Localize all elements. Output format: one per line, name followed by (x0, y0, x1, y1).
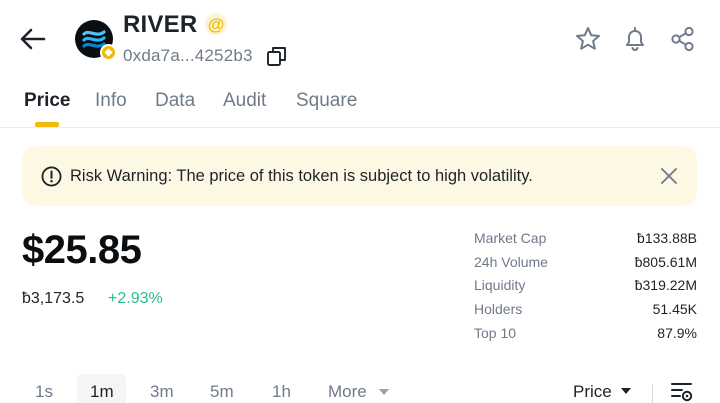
back-button[interactable] (18, 24, 48, 54)
price-native: ƀ3,173.5 (22, 290, 85, 307)
caret-down-icon (379, 389, 389, 395)
risk-warning-banner: Risk Warning: The price of this token is… (22, 146, 697, 206)
copy-icon (267, 47, 286, 66)
stat-value-24h-volume: ƀ805.61M (634, 254, 697, 270)
stat-value-liquidity: ƀ319.22M (634, 277, 697, 293)
stat-label-24h-volume: 24h Volume (474, 254, 548, 270)
chart-settings-icon (671, 383, 693, 402)
interval-bar: 1s 1m 3m 5m 1h More Price (0, 374, 720, 403)
stat-label-holders: Holders (474, 301, 523, 317)
favorite-button[interactable] (573, 24, 603, 54)
active-tab-indicator (35, 122, 59, 127)
interval-1h[interactable]: 1h (272, 382, 291, 402)
interval-1s[interactable]: 1s (35, 382, 53, 402)
share-icon (671, 26, 694, 52)
star-icon (576, 27, 600, 50)
token-header: RIVER @ 0xda7a...4252b3 (0, 0, 720, 80)
stat-value-market-cap: ƀ133.88B (637, 230, 697, 246)
tab-price[interactable]: Price (24, 90, 70, 112)
arrow-left-icon (20, 28, 46, 50)
copy-address-button[interactable] (266, 45, 288, 67)
price-usd: $25.85 (22, 228, 142, 272)
alert-circle-icon (41, 166, 62, 187)
close-warning-button[interactable] (658, 165, 680, 187)
chart-mode-select[interactable]: Price (573, 382, 612, 402)
price-alert-button[interactable] (620, 24, 650, 54)
contract-address: 0xda7a...4252b3 (123, 46, 253, 65)
tab-audit[interactable]: Audit (223, 90, 266, 112)
at-badge[interactable]: @ (205, 13, 227, 35)
tab-bar: Price Info Data Audit Square (0, 84, 720, 128)
interval-1m[interactable]: 1m (90, 382, 114, 402)
risk-warning-text: Risk Warning: The price of this token is… (70, 167, 533, 185)
interval-more[interactable]: More (328, 382, 367, 402)
token-name: RIVER (123, 11, 198, 38)
share-button[interactable] (668, 24, 698, 54)
stat-label-top-10: Top 10 (474, 325, 517, 341)
stat-label-market-cap: Market Cap (474, 230, 547, 246)
chain-badge-icon (100, 44, 117, 61)
interval-3m[interactable]: 3m (150, 382, 174, 402)
stat-value-holders: 51.45K (652, 301, 697, 317)
bell-icon (626, 27, 644, 52)
tab-info[interactable]: Info (95, 90, 127, 112)
caret-down-icon (621, 388, 631, 394)
tab-data[interactable]: Data (155, 90, 195, 112)
stat-label-liquidity: Liquidity (474, 277, 526, 293)
chart-settings-button[interactable] (670, 380, 694, 403)
stat-value-top-10: 87.9% (657, 325, 697, 341)
interval-5m[interactable]: 5m (210, 382, 234, 402)
tab-square[interactable]: Square (296, 90, 357, 112)
price-change: +2.93% (108, 290, 163, 307)
close-icon (661, 168, 677, 184)
divider (652, 384, 653, 403)
